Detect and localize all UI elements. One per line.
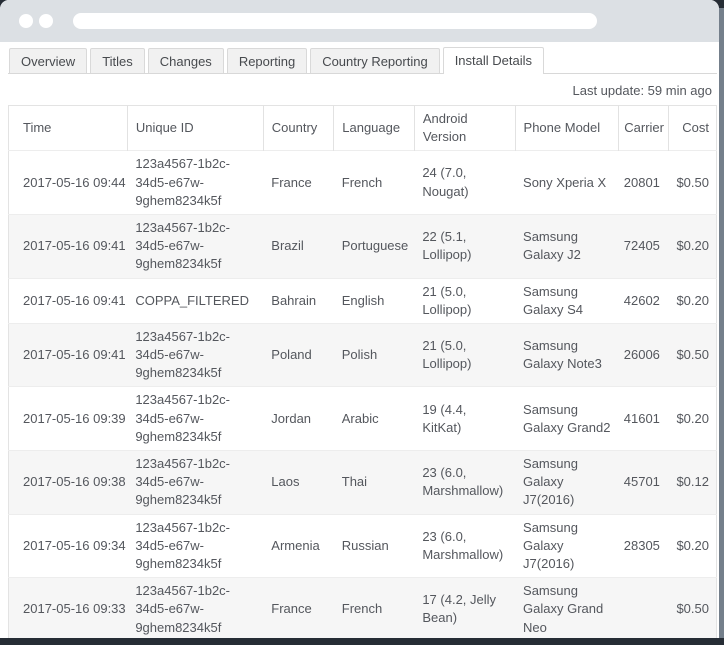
browser-window: OverviewTitlesChangesReportingCountry Re… [0,0,719,638]
cell-phone: Samsung Galaxy Grand Neo [515,578,619,638]
tab-install-details[interactable]: Install Details [443,47,544,74]
window-dot-icon [19,14,33,28]
cell-phone: Samsung Galaxy J7(2016) [515,451,619,515]
cell-country: Armenia [263,514,333,578]
table-row: 2017-05-16 09:41123a4567-1b2c-34d5-e67w-… [9,323,717,387]
cell-lang: Arabic [334,387,415,451]
table-row: 2017-05-16 09:44123a4567-1b2c-34d5-e67w-… [9,151,717,215]
cell-time: 2017-05-16 09:44 [9,151,128,215]
cell-lang: French [334,578,415,638]
frame-shadow [719,8,724,638]
cell-lang: French [334,151,415,215]
cell-uid: COPPA_FILTERED [127,278,263,323]
cell-carrier: 45701 [619,451,668,515]
cell-android: 21 (5.0, Lollipop) [414,278,515,323]
table-row: 2017-05-16 09:41COPPA_FILTEREDBahrainEng… [9,278,717,323]
cell-lang: Thai [334,451,415,515]
cell-android: 17 (4.2, Jelly Bean) [414,578,515,638]
cell-cost: $0.50 [668,151,716,215]
cell-carrier [619,578,668,638]
cell-country: Jordan [263,387,333,451]
column-header-lang: Language [334,106,415,151]
cell-country: France [263,578,333,638]
tab-country-reporting[interactable]: Country Reporting [310,48,440,73]
column-header-cost: Cost [668,106,716,151]
cell-uid: 123a4567-1b2c-34d5-e67w-9ghem8234k5f [127,514,263,578]
cell-android: 24 (7.0, Nougat) [414,151,515,215]
url-bar[interactable] [73,13,597,29]
cell-cost: $0.20 [668,214,716,278]
tab-overview[interactable]: Overview [9,48,87,73]
cell-cost: $0.20 [668,387,716,451]
table-row: 2017-05-16 09:41123a4567-1b2c-34d5-e67w-… [9,214,717,278]
cell-uid: 123a4567-1b2c-34d5-e67w-9ghem8234k5f [127,323,263,387]
cell-country: Laos [263,451,333,515]
cell-lang: Russian [334,514,415,578]
cell-country: Brazil [263,214,333,278]
column-header-phone: Phone Model [515,106,619,151]
cell-android: 23 (6.0, Marshmallow) [414,514,515,578]
cell-cost: $0.50 [668,578,716,638]
cell-uid: 123a4567-1b2c-34d5-e67w-9ghem8234k5f [127,151,263,215]
cell-carrier: 72405 [619,214,668,278]
column-header-carrier: Carrier [619,106,668,151]
table-row: 2017-05-16 09:34123a4567-1b2c-34d5-e67w-… [9,514,717,578]
cell-time: 2017-05-16 09:39 [9,387,128,451]
column-header-time: Time [9,106,128,151]
cell-time: 2017-05-16 09:33 [9,578,128,638]
cell-phone: Samsung Galaxy J7(2016) [515,514,619,578]
table-row: 2017-05-16 09:33123a4567-1b2c-34d5-e67w-… [9,578,717,638]
last-update-text: Last update: 59 min ago [8,74,717,105]
cell-uid: 123a4567-1b2c-34d5-e67w-9ghem8234k5f [127,214,263,278]
tab-titles[interactable]: Titles [90,48,145,73]
table-row: 2017-05-16 09:39123a4567-1b2c-34d5-e67w-… [9,387,717,451]
cell-cost: $0.20 [668,514,716,578]
cell-lang: English [334,278,415,323]
cell-android: 23 (6.0, Marshmallow) [414,451,515,515]
cell-time: 2017-05-16 09:41 [9,323,128,387]
window-dot-icon [39,14,53,28]
cell-cost: $0.12 [668,451,716,515]
cell-phone: Samsung Galaxy Note3 [515,323,619,387]
cell-time: 2017-05-16 09:41 [9,214,128,278]
browser-chrome-bar [0,0,719,42]
cell-time: 2017-05-16 09:38 [9,451,128,515]
tab-changes[interactable]: Changes [148,48,224,73]
cell-phone: Samsung Galaxy J2 [515,214,619,278]
cell-carrier: 20801 [619,151,668,215]
column-header-uid: Unique ID [127,106,263,151]
cell-android: 19 (4.4, KitKat) [414,387,515,451]
cell-carrier: 42602 [619,278,668,323]
install-details-table: TimeUnique IDCountryLanguageAndroid Vers… [8,105,717,638]
table-header-row: TimeUnique IDCountryLanguageAndroid Vers… [9,106,717,151]
cell-cost: $0.20 [668,278,716,323]
cell-android: 21 (5.0, Lollipop) [414,323,515,387]
page-content: OverviewTitlesChangesReportingCountry Re… [0,42,719,638]
cell-country: Poland [263,323,333,387]
cell-phone: Samsung Galaxy S4 [515,278,619,323]
cell-country: France [263,151,333,215]
tab-bar: OverviewTitlesChangesReportingCountry Re… [8,47,717,74]
cell-cost: $0.50 [668,323,716,387]
cell-uid: 123a4567-1b2c-34d5-e67w-9ghem8234k5f [127,387,263,451]
table-row: 2017-05-16 09:38123a4567-1b2c-34d5-e67w-… [9,451,717,515]
cell-time: 2017-05-16 09:41 [9,278,128,323]
cell-lang: Portuguese [334,214,415,278]
page-frame: OverviewTitlesChangesReportingCountry Re… [0,0,724,645]
cell-carrier: 26006 [619,323,668,387]
column-header-android: Android Version [414,106,515,151]
cell-uid: 123a4567-1b2c-34d5-e67w-9ghem8234k5f [127,451,263,515]
cell-carrier: 28305 [619,514,668,578]
tab-reporting[interactable]: Reporting [227,48,307,73]
cell-phone: Samsung Galaxy Grand2 [515,387,619,451]
cell-time: 2017-05-16 09:34 [9,514,128,578]
cell-phone: Sony Xperia X [515,151,619,215]
cell-android: 22 (5.1, Lollipop) [414,214,515,278]
column-header-country: Country [263,106,333,151]
cell-uid: 123a4567-1b2c-34d5-e67w-9ghem8234k5f [127,578,263,638]
cell-country: Bahrain [263,278,333,323]
cell-carrier: 41601 [619,387,668,451]
cell-lang: Polish [334,323,415,387]
